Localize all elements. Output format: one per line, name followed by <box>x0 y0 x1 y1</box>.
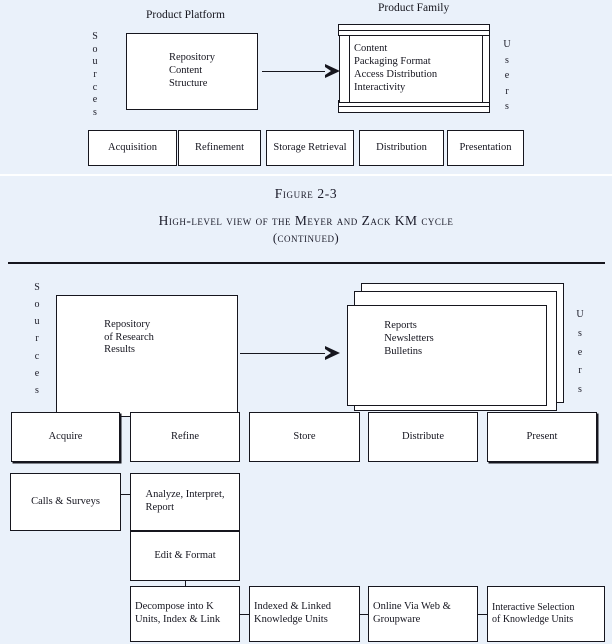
users-label-top: Users <box>503 39 511 112</box>
flow-label-calls-surveys: Calls & Surveys <box>31 495 100 507</box>
connector-calls-to-analyze <box>121 494 130 495</box>
flow-box-decompose: Decompose into K Units, Index & Link <box>130 586 240 642</box>
flow-box-online: Online Via Web & Groupware <box>368 586 478 642</box>
stage-box-storage-retrieval: Storage Retrieval <box>266 130 354 166</box>
stage-label-acquisition: Acquisition <box>108 141 157 153</box>
connector-indexed-to-online <box>360 614 368 615</box>
stage-box-presentation: Presentation <box>447 130 524 166</box>
product-platform-label: Product Platform <box>146 9 225 21</box>
stage-label-presentation: Presentation <box>459 141 512 153</box>
connector-decompose-to-indexed <box>240 614 249 615</box>
stage-label-distribution: Distribution <box>376 141 427 153</box>
flow-label-interactive: Interactive Selection of Knowledge Units <box>492 601 575 625</box>
outputs-box-text: Reports Newsletters Bulletins <box>384 320 434 357</box>
stage-box-acquire: Acquire <box>11 412 120 462</box>
repository-box: Repository of Research Results <box>56 295 238 417</box>
flow-box-interactive: Interactive Selection of Knowledge Units <box>487 586 605 642</box>
figure-continued: (continued) <box>272 231 340 245</box>
stage-label-refinement: Refinement <box>195 141 244 153</box>
figure-page: Product Platform Product Family Sources … <box>0 0 612 644</box>
flow-arrow-line-bottom <box>240 353 332 354</box>
stage-box-acquisition: Acquisition <box>88 130 177 166</box>
flow-arrow-notch-top <box>325 67 331 75</box>
repository-box-text: Repository of Research Results <box>104 318 154 356</box>
outputs-box: Reports Newsletters Bulletins <box>347 305 547 406</box>
flow-label-online: Online Via Web & Groupware <box>373 601 451 625</box>
caption-rule <box>8 262 605 264</box>
flow-label-edit-format: Edit & Format <box>154 549 216 561</box>
stage-label-refine: Refine <box>171 430 199 442</box>
stage-box-distribution: Distribution <box>359 130 444 166</box>
flow-label-indexed: Indexed & Linked Knowledge Units <box>254 601 331 625</box>
flow-arrow-notch-bottom <box>325 349 331 357</box>
flow-arrow-line-top <box>262 71 330 72</box>
flow-label-decompose: Decompose into K Units, Index & Link <box>135 601 221 625</box>
stage-box-store: Store <box>249 412 360 462</box>
sources-label-top: Sources <box>92 31 98 118</box>
stage-label-storage-retrieval: Storage Retrieval <box>273 141 347 153</box>
connector-online-to-interactive <box>478 614 487 615</box>
stage-box-distribute: Distribute <box>368 412 478 462</box>
stage-label-acquire: Acquire <box>48 430 83 442</box>
stage-label-distribute: Distribute <box>402 430 444 442</box>
stage-box-refinement: Refinement <box>178 130 261 166</box>
flow-box-analyze: Analyze, Interpret, Report <box>130 473 240 531</box>
top-divider <box>0 174 612 176</box>
figure-caption: Figure 2-3 High-level view of the Meyer … <box>0 186 612 246</box>
product-family-box-text: Content Packaging Format Access Distribu… <box>354 43 438 93</box>
product-family-box: Content Packaging Format Access Distribu… <box>349 35 483 103</box>
flow-label-analyze: Analyze, Interpret, Report <box>145 489 225 513</box>
product-family-label: Product Family <box>378 2 450 14</box>
stage-box-refine: Refine <box>130 412 240 462</box>
stage-box-present: Present <box>487 412 597 462</box>
product-platform-box: Repository Content Structure <box>126 33 258 110</box>
product-family-back-frame-4 <box>338 106 490 113</box>
flow-box-indexed: Indexed & Linked Knowledge Units <box>249 586 360 642</box>
stage-label-present: Present <box>526 430 558 442</box>
sources-label-bottom: Sources <box>34 282 40 396</box>
figure-number: Figure 2-3 <box>274 186 338 201</box>
users-label-bottom: Users <box>576 309 584 395</box>
figure-title: High-level view of the Meyer and Zack KM… <box>158 213 454 228</box>
flow-box-edit-format: Edit & Format <box>130 531 240 581</box>
product-platform-box-text: Repository Content Structure <box>168 52 216 89</box>
flow-box-calls-surveys: Calls & Surveys <box>10 473 121 531</box>
stage-label-store: Store <box>293 430 316 442</box>
